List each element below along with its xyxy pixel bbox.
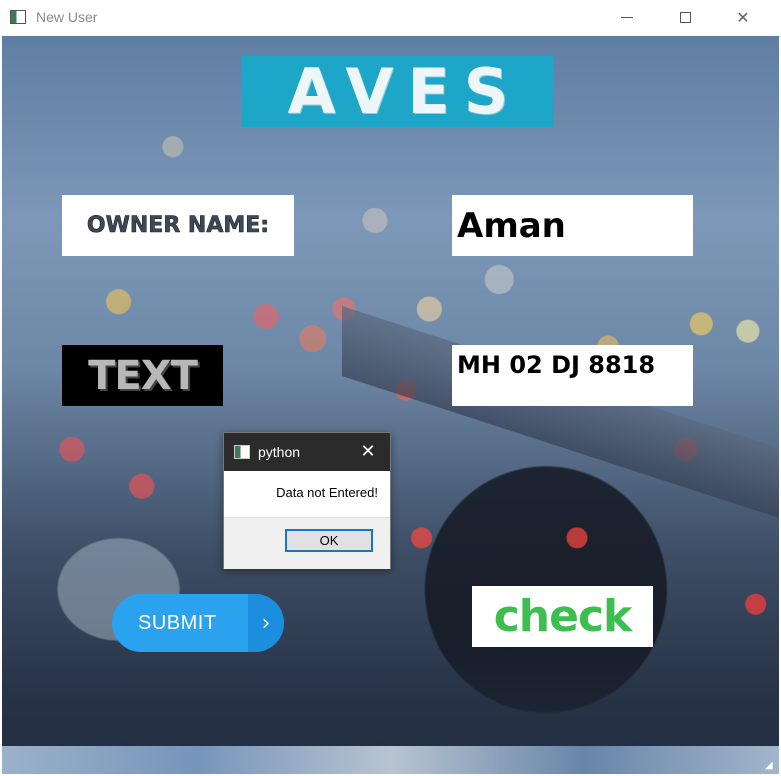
- background-canvas: ◢ AVES OWNER NAME: Aman TEXT MH 02 DJ 88…: [2, 36, 779, 774]
- logo-text: AVES: [287, 55, 523, 128]
- owner-name-value: Aman: [457, 205, 566, 246]
- owner-name-label: OWNER NAME:: [86, 213, 270, 239]
- check-label: check: [493, 591, 633, 642]
- app-icon: [10, 10, 26, 24]
- plate-number-field[interactable]: MH 02 DJ 8818: [452, 345, 693, 406]
- minimize-icon: [621, 16, 633, 18]
- plate-number-value: MH 02 DJ 8818: [457, 351, 656, 379]
- check-button[interactable]: check: [472, 586, 653, 647]
- maximize-button[interactable]: [656, 0, 714, 34]
- submit-button[interactable]: SUBMIT ›: [112, 594, 284, 652]
- dialog-title: python: [258, 444, 301, 460]
- submit-label: SUBMIT: [138, 612, 217, 634]
- aves-logo: AVES: [242, 55, 554, 128]
- close-button[interactable]: ✕: [714, 0, 772, 34]
- chevron-right-icon: ›: [248, 594, 284, 652]
- text-label-box: TEXT: [62, 345, 223, 406]
- minimize-button[interactable]: [598, 0, 656, 34]
- dialog-close-button[interactable]: ✕: [356, 441, 380, 463]
- close-icon: ✕: [736, 7, 750, 27]
- owner-name-label-box: OWNER NAME:: [62, 195, 294, 256]
- owner-name-field[interactable]: Aman: [452, 195, 693, 256]
- new-user-window: New User ✕ ◢ AVES OWNER NAME: Aman TEXT …: [0, 0, 781, 776]
- background-bridge: [342, 306, 779, 518]
- dialog-message: Data not Entered!: [276, 485, 378, 500]
- window-title: New User: [36, 9, 98, 25]
- maximize-icon: [679, 11, 691, 23]
- python-app-icon: [234, 445, 250, 459]
- close-icon: ✕: [360, 441, 376, 462]
- bottom-strip: [2, 746, 779, 774]
- text-label: TEXT: [88, 352, 198, 399]
- title-bar[interactable]: New User ✕: [0, 0, 781, 37]
- ok-button[interactable]: OK: [285, 529, 373, 552]
- dialog-footer: OK: [224, 517, 390, 569]
- resize-grip-icon[interactable]: ◢: [765, 760, 777, 772]
- message-dialog: python ✕ Data not Entered! OK: [223, 432, 391, 569]
- dialog-title-bar[interactable]: python ✕: [224, 433, 390, 471]
